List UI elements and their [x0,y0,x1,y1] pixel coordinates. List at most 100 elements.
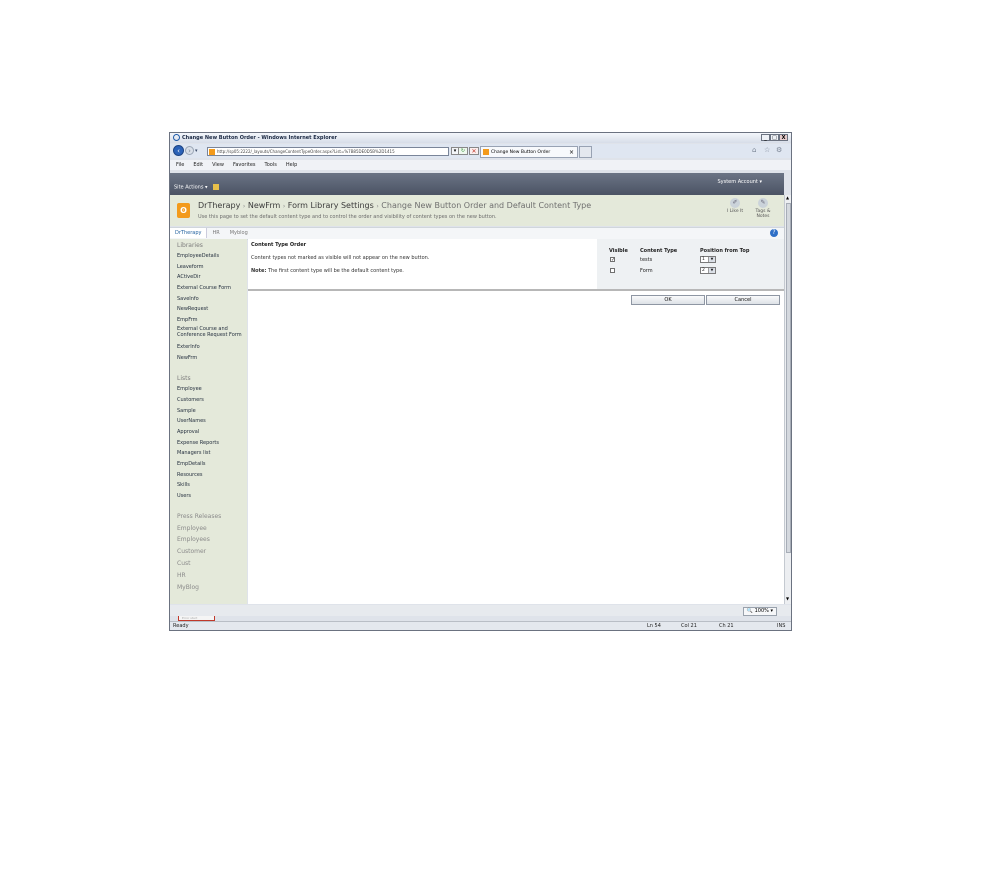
visible-checkbox-tests[interactable]: ✓ [610,257,615,263]
sharepoint-ribbon: Site Actions ▾ System Account ▾ [170,173,784,195]
breadcrumb-site[interactable]: DrTherapy [198,201,240,210]
status-bar: Ready Ln 54 Col 21 Ch 21 INS [170,621,791,630]
browse-edit-icon[interactable] [213,184,220,190]
tags-notes-button[interactable]: ✎ Tags & Notes [754,198,772,219]
breadcrumb-separator: › [376,203,379,210]
stop-icon[interactable]: ✕ [469,147,479,155]
position-select-tests[interactable]: 1 ▼ [700,256,716,263]
main-content: Content Type Order Content types not mar… [248,239,784,604]
list-link[interactable]: Resources [177,470,247,481]
history-dropdown-icon[interactable]: ▾ [195,148,198,154]
address-input[interactable]: http://sp05:2222/_layouts/ChangeContentT… [207,147,449,156]
list-link[interactable]: UserNames [177,416,247,427]
breadcrumb-settings[interactable]: Form Library Settings [288,201,374,210]
tools-gear-icon[interactable]: ⚙ [776,146,782,154]
tab-close-icon[interactable]: × [569,147,574,158]
quicklaunch-link[interactable]: Customer [177,546,247,558]
library-link[interactable]: External Course Form [177,283,247,294]
list-link[interactable]: Expense Reports [177,438,247,449]
quicklaunch-link[interactable]: Employees [177,534,247,546]
close-window-button[interactable]: X [779,134,788,141]
lists-heading[interactable]: Lists [177,375,247,382]
forward-arrow-icon[interactable]: › [185,146,194,155]
nav-tab-drtherapy[interactable]: DrTherapy [170,228,208,238]
list-link[interactable]: Users [177,491,247,502]
maximize-button[interactable]: □ [770,134,779,141]
library-link[interactable]: SaveInfo [177,294,247,305]
zoom-control[interactable]: 🔍 100% ▾ [742,607,777,616]
i-like-it-button[interactable]: ✐ I Like It [726,198,744,214]
title-bar: Change New Button Order - Windows Intern… [170,133,791,143]
list-link[interactable]: Employee [177,384,247,395]
page-title-area: ʘ DrTherapy › NewFrm › Form Library Sett… [170,195,784,226]
quicklaunch-link[interactable]: HR [177,570,247,582]
list-link[interactable]: Sample [177,406,247,417]
tab-favicon-icon [483,149,489,155]
menu-help[interactable]: Help [286,162,297,168]
quicklaunch-link[interactable]: MyBlog [177,582,247,594]
quicklaunch-link[interactable]: Cust [177,558,247,570]
ie-logo-icon [173,134,180,141]
libraries-heading[interactable]: Libraries [177,242,247,249]
scroll-down-icon[interactable]: ▼ [786,596,789,601]
address-toolbar: ‹ › ▾ http://sp05:2222/_layouts/ChangeCo… [170,144,791,158]
site-actions-label: Site Actions ▾ [174,184,208,191]
list-link[interactable]: Customers [177,395,247,406]
header-content-type: Content Type [640,248,678,254]
help-icon[interactable]: ? [770,229,778,237]
tab-title: Change New Button Order [491,150,551,155]
browser-tab[interactable]: Change New Button Order × [480,146,578,158]
library-link[interactable]: ACtiveDir [177,272,247,283]
browser-window: Change New Button Order - Windows Intern… [169,132,792,631]
library-link[interactable]: EmpFrm [177,315,247,326]
minimize-button[interactable]: _ [761,134,770,141]
chevron-down-icon: ▼ [708,268,715,273]
header-position: Position from Top [700,248,750,254]
library-link[interactable]: NewFrm [177,353,247,364]
quick-launch: Libraries EmployeeDetails Leaveform ACti… [170,239,247,604]
back-arrow-icon[interactable]: ‹ [173,145,184,156]
ok-button[interactable]: OK [631,295,705,305]
tags-notes-icon: ✎ [758,198,768,208]
home-icon[interactable]: ⌂ [752,146,756,154]
site-actions-menu[interactable]: Site Actions ▾ [174,184,220,191]
vertical-scrollbar[interactable]: ▲ ▼ [784,195,791,604]
library-link[interactable]: External Course and Conference Request F… [177,326,243,338]
menu-edit[interactable]: Edit [193,162,203,168]
library-link[interactable]: Leaveform [177,262,247,273]
refresh-icon[interactable]: ↻ [458,147,468,155]
i-like-it-label: I Like It [726,209,744,214]
favorites-star-icon[interactable]: ☆ [764,146,770,154]
header-visible: Visible [609,248,628,254]
list-link[interactable]: Managers list [177,448,247,459]
list-link[interactable]: Skills [177,480,247,491]
zoom-bar: 🔍 100% ▾ [170,605,791,616]
nav-tab-myblog[interactable]: Myblog [225,228,253,238]
page-description: Use this page to set the default content… [198,214,497,220]
account-menu[interactable]: System Account ▾ [717,179,762,185]
quicklaunch-link[interactable]: Employee [177,523,247,535]
cancel-button[interactable]: Cancel [706,295,780,305]
menu-favorites[interactable]: Favorites [233,162,256,168]
library-link[interactable]: NewRequest [177,304,247,315]
quicklaunch-link[interactable]: Press Releases [177,511,247,523]
content-type-order-section: Content Type Order Content types not mar… [248,239,784,291]
position-select-form[interactable]: 2 ▼ [700,267,716,274]
scroll-up-icon[interactable]: ▲ [786,195,789,200]
library-link[interactable]: EmployeeDetails [177,251,247,262]
breadcrumb-library[interactable]: NewFrm [248,201,280,210]
window-title: Change New Button Order - Windows Intern… [182,135,337,141]
new-tab-button[interactable] [579,146,592,158]
list-link[interactable]: EmpDetails [177,459,247,470]
menu-tools[interactable]: Tools [265,162,277,168]
list-link[interactable]: Approval [177,427,247,438]
library-link[interactable]: ExterInfo [177,342,247,353]
menu-view[interactable]: View [212,162,224,168]
section-description: Content Type Order Content types not mar… [251,242,429,274]
nav-tab-hr[interactable]: HR [207,228,224,238]
page-title: Change New Button Order and Default Cont… [381,201,592,210]
site-logo-icon[interactable]: ʘ [177,203,190,218]
menu-file[interactable]: File [176,162,184,168]
visible-checkbox-form[interactable] [610,268,615,273]
scrollbar-thumb[interactable] [786,203,791,553]
